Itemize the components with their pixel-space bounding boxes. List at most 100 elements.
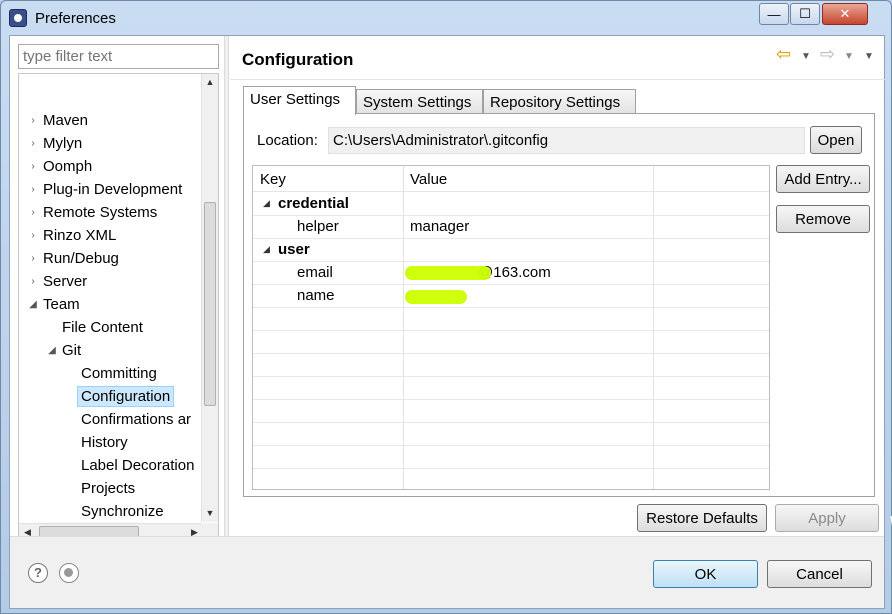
row-divider [253, 238, 769, 239]
close-button[interactable]: ✕ [822, 3, 868, 25]
tree-item[interactable]: Label Decoration [19, 454, 203, 477]
tree-item[interactable]: ◢ Team [19, 293, 203, 316]
entry-key[interactable]: name [297, 284, 335, 307]
tree-item[interactable]: › Oomph [19, 155, 203, 178]
tree-item[interactable]: › Plug-in Development [19, 178, 203, 201]
preferences-window: Preferences — ☐ ✕ › Maven › Mylyn › Oomph › Plu… [0, 0, 892, 614]
cancel-button[interactable]: Cancel [767, 560, 872, 588]
tree-item[interactable]: Projects [19, 477, 203, 500]
expanded-arrow-icon[interactable]: ◢ [27, 299, 39, 310]
scroll-up-arrow-icon[interactable]: ▲ [202, 74, 218, 91]
mouse-cursor-icon [884, 511, 892, 537]
collapsed-arrow-icon[interactable]: › [27, 161, 39, 172]
vertical-scroll-thumb[interactable] [204, 202, 216, 406]
tree-item-label: Team [43, 296, 80, 313]
expanded-arrow-icon[interactable]: ◢ [46, 345, 58, 356]
tree-item[interactable]: Configuration [19, 385, 203, 408]
section-key[interactable]: credential [278, 192, 349, 215]
apply-button[interactable]: Apply [775, 504, 879, 532]
section-expander-icon[interactable]: ◢ [263, 238, 270, 261]
tree-item[interactable]: › Maven [19, 109, 203, 132]
window-title: Preferences [35, 10, 116, 27]
collapsed-arrow-icon[interactable]: › [27, 138, 39, 149]
tree-item-label: Remote Systems [43, 204, 158, 221]
column-header-key[interactable]: Key [260, 171, 286, 188]
collapsed-arrow-icon[interactable]: › [27, 253, 39, 264]
ok-button[interactable]: OK [653, 560, 758, 588]
tree-item[interactable]: Committing [19, 362, 203, 385]
entry-value[interactable]: manager [410, 215, 469, 238]
back-arrow-icon[interactable]: ⇦ [776, 44, 791, 65]
collapsed-arrow-icon[interactable]: › [27, 276, 39, 287]
tree-item-label: Git [62, 342, 82, 359]
minimize-button[interactable]: — [759, 3, 789, 25]
tree-item[interactable]: File Content [19, 316, 203, 339]
dialog-client-area: › Maven › Mylyn › Oomph › Plug-in Development › R… [9, 35, 892, 609]
tree-item-label: Mylyn [43, 135, 83, 152]
column-header-value[interactable]: Value [410, 171, 447, 188]
row-divider [253, 353, 769, 354]
help-icon[interactable]: ? [28, 563, 48, 583]
row-divider [253, 399, 769, 400]
open-button[interactable]: Open [810, 126, 862, 154]
tree-rows: › Maven › Mylyn › Oomph › Plug-in Development › R… [19, 74, 203, 522]
back-history-dropdown-icon[interactable]: ▼ [801, 51, 811, 62]
dialog-footer: ? OK Cancel [10, 536, 884, 608]
tree-item[interactable]: › Remote Systems [19, 201, 203, 224]
forward-arrow-icon[interactable]: ⇨ [820, 44, 835, 65]
add-entry-button[interactable]: Add Entry... [776, 165, 870, 193]
title-bar[interactable]: Preferences — ☐ ✕ [1, 1, 891, 35]
pane-splitter[interactable] [224, 36, 229, 546]
section-expander-icon[interactable]: ◢ [263, 192, 270, 215]
tree-item-label: Plug-in Development [43, 181, 183, 198]
user-settings-panel: Location: C:\Users\Administrator\.gitcon… [243, 113, 892, 537]
tree-vertical-scrollbar[interactable]: ▲ ▼ [201, 74, 218, 522]
collapsed-arrow-icon[interactable]: › [27, 207, 39, 218]
restore-defaults-button[interactable]: Restore Defaults [637, 504, 767, 532]
tree-item-label: History [81, 434, 128, 451]
tree-item[interactable]: › Rinzo XML [19, 224, 203, 247]
tree-item[interactable]: Confirmations ar [19, 408, 203, 431]
forward-history-dropdown-icon[interactable]: ▼ [844, 51, 854, 62]
tab-system-settings[interactable]: System Settings [356, 89, 483, 114]
tree-item[interactable]: Synchronize [19, 500, 203, 522]
row-divider [253, 261, 769, 262]
remove-button[interactable]: Remove [776, 205, 870, 233]
preferences-tree: › Maven › Mylyn › Oomph › Plug-in Development › R… [18, 73, 219, 541]
config-table: Key Value ◢ credential helper manager ◢ user e… [252, 165, 770, 490]
collapsed-arrow-icon[interactable]: › [27, 184, 39, 195]
tree-item[interactable]: › Server [19, 270, 203, 293]
tree-item-label: Label Decoration [81, 457, 195, 474]
view-menu-dropdown-icon[interactable]: ▼ [864, 51, 874, 62]
row-divider [253, 422, 769, 423]
location-field: C:\Users\Administrator\.gitconfig [328, 127, 805, 154]
row-divider [253, 330, 769, 331]
entry-key[interactable]: email [297, 261, 333, 284]
tree-item-label: Projects [81, 480, 136, 497]
tab-repository-settings[interactable]: Repository Settings [483, 89, 636, 114]
record-macro-icon[interactable] [59, 563, 79, 583]
tree-item-label: Committing [81, 365, 157, 382]
redaction-mark [405, 266, 491, 280]
tree-item-label: Maven [43, 112, 89, 129]
row-divider [253, 468, 769, 469]
entry-key[interactable]: helper [297, 215, 339, 238]
maximize-button[interactable]: ☐ [790, 3, 820, 25]
row-divider [253, 215, 769, 216]
tree-item-label: Oomph [43, 158, 93, 175]
tab-user-settings[interactable]: User Settings [243, 86, 356, 115]
tree-item[interactable]: › Mylyn [19, 132, 203, 155]
tree-item-label: File Content [62, 319, 143, 336]
tree-item[interactable]: History [19, 431, 203, 454]
section-key[interactable]: user [278, 238, 310, 261]
tree-item-label: Run/Debug [43, 250, 119, 267]
scroll-down-arrow-icon[interactable]: ▼ [202, 505, 218, 522]
tree-item[interactable]: ◢ Git [19, 339, 203, 362]
tree-item-label: Server [43, 273, 88, 290]
filter-input[interactable] [18, 44, 219, 69]
eclipse-app-icon [9, 9, 27, 27]
collapsed-arrow-icon[interactable]: › [27, 115, 39, 126]
collapsed-arrow-icon[interactable]: › [27, 230, 39, 241]
row-divider [253, 376, 769, 377]
tree-item[interactable]: › Run/Debug [19, 247, 203, 270]
